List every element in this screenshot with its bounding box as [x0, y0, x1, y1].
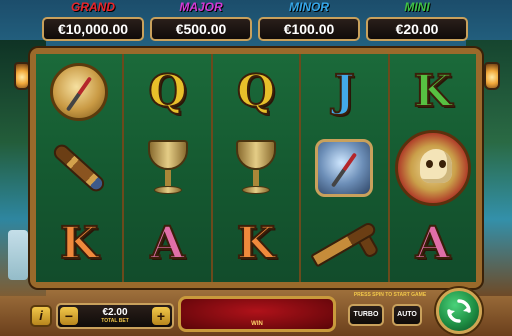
- total-bet-label: TOTAL BET: [101, 318, 129, 324]
- autoplay-button[interactable]: AUTO: [392, 304, 422, 326]
- spin-hint: PRESS SPIN TO START GAME: [353, 292, 427, 298]
- symbol-cell: K: [213, 206, 299, 282]
- symbol-a: A: [150, 218, 186, 269]
- jackpot-minor: MINOR €100.00: [258, 0, 360, 44]
- reels-frame: K Q A Q K J K A: [30, 48, 482, 288]
- bet-panel: − €2.00 TOTAL BET +: [56, 303, 174, 329]
- jackpot-minor-value: €100.00: [258, 17, 360, 41]
- reel-5: K A: [387, 54, 477, 282]
- turbo-button[interactable]: TURBO: [348, 304, 384, 326]
- symbol-j: J: [333, 66, 356, 117]
- symbol-cell: [36, 130, 122, 206]
- info-button[interactable]: i: [30, 305, 52, 327]
- bet-increase-button[interactable]: +: [152, 307, 170, 325]
- pistol-icon: [310, 220, 379, 268]
- lantern-icon: [14, 62, 30, 90]
- symbol-cell: J: [301, 54, 387, 130]
- jackpot-grand-value: €10,000.00: [42, 17, 144, 41]
- symbol-cell: K: [390, 54, 476, 130]
- symbol-k: K: [413, 66, 453, 117]
- spyglass-icon: [50, 141, 108, 195]
- chalice-icon: [147, 140, 188, 196]
- reel-4: J: [299, 54, 388, 282]
- symbol-cell: K: [36, 206, 122, 282]
- waterfall-decoration: [8, 230, 28, 280]
- reel-3: Q K: [210, 54, 300, 282]
- symbol-cell: A: [390, 206, 476, 282]
- chalice-icon: [236, 140, 277, 196]
- symbol-q: Q: [236, 66, 276, 117]
- bet-decrease-button[interactable]: −: [60, 307, 78, 325]
- spin-button[interactable]: [436, 288, 482, 334]
- jackpot-mini-value: €20.00: [366, 17, 468, 41]
- symbol-k: K: [236, 218, 276, 269]
- symbol-cell: [36, 54, 122, 130]
- jackpot-grand-label: GRAND: [71, 0, 115, 14]
- symbol-cell: A: [124, 206, 210, 282]
- symbol-cell: [390, 130, 476, 206]
- reel-1: K: [36, 54, 123, 282]
- compass-icon: [315, 139, 374, 197]
- symbol-cell: [124, 130, 210, 206]
- jackpot-major: MAJOR €500.00: [150, 0, 252, 44]
- symbol-cell: [301, 130, 387, 206]
- symbol-k: K: [59, 218, 99, 269]
- control-bar: i − €2.00 TOTAL BET + WIN PRESS SPIN TO …: [0, 288, 512, 336]
- symbol-q: Q: [147, 66, 187, 117]
- reel-2: Q A: [122, 54, 211, 282]
- skull-medallion-icon: [394, 130, 471, 206]
- jackpot-major-label: MAJOR: [179, 0, 223, 14]
- jackpot-mini: MINI €20.00: [366, 0, 468, 44]
- symbol-cell: [301, 206, 387, 282]
- symbol-cell: Q: [124, 54, 210, 130]
- win-display: WIN: [178, 296, 336, 332]
- jackpot-grand: GRAND €10,000.00: [42, 0, 144, 44]
- total-bet-value: €2.00: [102, 307, 128, 318]
- symbol-cell: [213, 130, 299, 206]
- win-label: WIN: [251, 321, 263, 327]
- reel-grid: K Q A Q K J K A: [36, 54, 477, 282]
- symbol-a: A: [415, 218, 451, 269]
- jackpot-mini-label: MINI: [404, 0, 430, 14]
- spin-arrows-icon: [447, 299, 471, 323]
- symbol-cell: Q: [213, 54, 299, 130]
- jackpot-bar: GRAND €10,000.00 MAJOR €500.00 MINOR €10…: [42, 0, 468, 44]
- compass-icon: [50, 63, 109, 121]
- jackpot-minor-label: MINOR: [289, 0, 329, 14]
- jackpot-major-value: €500.00: [150, 17, 252, 41]
- lantern-icon: [484, 62, 500, 90]
